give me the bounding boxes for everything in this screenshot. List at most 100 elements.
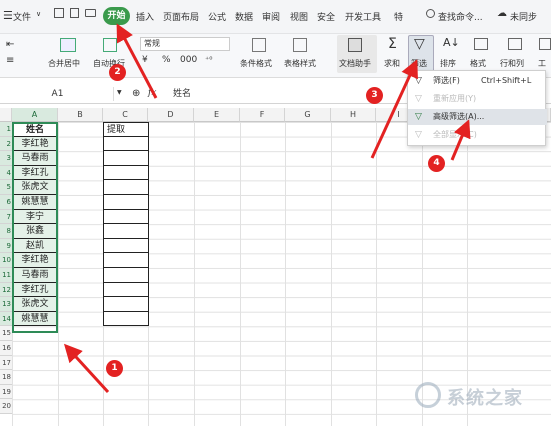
row-header[interactable]: 17 [0, 355, 12, 371]
merge-cells-icon[interactable] [60, 38, 76, 52]
conditional-format-button[interactable]: 条件格式 [240, 58, 272, 69]
tab-formula[interactable]: 公式 [208, 10, 226, 23]
cell-c-empty[interactable] [103, 151, 149, 166]
column-header-c[interactable]: C [103, 108, 148, 122]
worksheet-button[interactable]: 工 [538, 58, 546, 69]
row-header[interactable]: 4 [0, 165, 12, 181]
row-header[interactable]: 3 [0, 151, 12, 166]
sync-status[interactable]: 未同步 [510, 10, 537, 23]
tab-special[interactable]: 特 [394, 10, 403, 23]
menu-bar: ☰ 文件 ∨ 开始 插入 页面布局 公式 数据 审阅 视图 安全 开发工具 特 … [0, 0, 551, 34]
worksheet-icon[interactable] [539, 38, 551, 50]
tab-home[interactable]: 开始 [103, 7, 130, 25]
sum-button[interactable]: 求和 [384, 58, 400, 69]
thousand-sep-icon[interactable]: 000 [180, 55, 197, 65]
cell-c-empty[interactable] [103, 282, 149, 298]
row-header[interactable]: 9 [0, 238, 12, 254]
funnel-icon: ▽ [415, 76, 422, 86]
column-header-h[interactable]: H [331, 108, 376, 122]
format-button[interactable]: 格式 [470, 58, 486, 69]
table-style-button[interactable]: 表格样式 [284, 58, 316, 69]
save-icon[interactable] [54, 8, 64, 18]
select-all-corner[interactable] [0, 108, 12, 122]
sum-icon[interactable]: Σ [388, 36, 397, 52]
row-header[interactable]: 11 [0, 268, 12, 283]
cell-c-empty[interactable] [103, 209, 149, 225]
chevron-down-icon[interactable]: ∨ [36, 10, 41, 18]
cell-c1-header[interactable]: 提取 [103, 122, 149, 137]
cell-c-empty[interactable] [103, 253, 149, 268]
merge-center-button[interactable]: 合并居中 [48, 58, 80, 69]
name-box[interactable]: A1 [2, 87, 114, 101]
row-header[interactable]: 15 [0, 326, 12, 341]
wrap-text-icon[interactable] [103, 38, 117, 52]
tab-developer[interactable]: 开发工具 [345, 10, 381, 23]
column-header-f[interactable]: F [240, 108, 285, 122]
row-header[interactable]: 8 [0, 224, 12, 239]
cell-c-empty[interactable] [103, 224, 149, 239]
sort-button[interactable]: 排序 [440, 58, 456, 69]
cell-c-empty[interactable] [103, 297, 149, 312]
number-format-value: 常规 [144, 39, 160, 48]
menu-item-show-all[interactable]: ▽ 全部显示(C) [408, 127, 547, 143]
row-col-button[interactable]: 行和列 [500, 58, 524, 69]
menu-item-reapply[interactable]: ▽ 重新应用(Y) [408, 91, 547, 107]
row-header[interactable]: 5 [0, 180, 12, 195]
row-header[interactable]: 1 [0, 122, 12, 137]
row-header[interactable]: 13 [0, 297, 12, 312]
cell-c-empty[interactable] [103, 268, 149, 283]
row-header[interactable]: 16 [0, 341, 12, 356]
row-header[interactable]: 6 [0, 195, 12, 210]
menu-item-advanced-filter-label: 高级筛选(A)... [433, 112, 485, 121]
indent-icon[interactable]: ⇤ [6, 39, 14, 50]
command-search[interactable]: 查找命令... [438, 10, 483, 23]
cloud-icon[interactable]: ☁ [497, 8, 507, 19]
row-header[interactable]: 12 [0, 282, 12, 298]
cell-c-empty[interactable] [103, 165, 149, 181]
row-header[interactable]: 20 [0, 399, 12, 414]
cell-c-empty[interactable] [103, 311, 149, 327]
export-icon[interactable] [70, 8, 79, 18]
decimal-icon[interactable]: ⁺⁰ [205, 55, 212, 64]
tab-data[interactable]: 数据 [235, 10, 253, 23]
row-header[interactable]: 19 [0, 384, 12, 400]
zoom-icon[interactable]: ⊕ [132, 88, 140, 99]
conditional-format-icon[interactable] [252, 38, 266, 52]
tab-review[interactable]: 审阅 [262, 10, 280, 23]
row-header[interactable]: 10 [0, 253, 12, 268]
currency-icon[interactable]: ¥ [142, 55, 148, 65]
column-header-g[interactable]: G [285, 108, 331, 122]
cell-c-empty[interactable] [103, 195, 149, 210]
fx-icon[interactable]: fx [148, 88, 156, 98]
format-icon[interactable] [474, 38, 488, 50]
row-header[interactable]: 2 [0, 136, 12, 152]
row-header[interactable]: 14 [0, 311, 12, 327]
column-header-b[interactable]: B [58, 108, 103, 122]
row-header[interactable]: 7 [0, 209, 12, 225]
column-header-a[interactable]: A [12, 108, 58, 122]
tab-security[interactable]: 安全 [317, 10, 335, 23]
tab-page-layout[interactable]: 页面布局 [163, 10, 199, 23]
row-header[interactable]: 18 [0, 370, 12, 385]
number-format-select[interactable]: 常规 [140, 37, 230, 51]
tab-insert[interactable]: 插入 [136, 10, 154, 23]
percent-icon[interactable]: % [162, 55, 171, 65]
search-icon[interactable] [426, 9, 435, 18]
table-style-icon[interactable] [293, 38, 307, 52]
menu-item-filter-shortcut: Ctrl+Shift+L [481, 76, 532, 85]
cell-c-empty[interactable] [103, 180, 149, 195]
menu-file[interactable]: 文件 [13, 10, 31, 23]
menu-item-filter[interactable]: ▽ 筛选(F) Ctrl+Shift+L [408, 73, 547, 89]
tab-view[interactable]: 视图 [290, 10, 308, 23]
menu-item-advanced-filter[interactable]: ▽ 高级筛选(A)... [408, 109, 547, 125]
row-col-icon[interactable] [508, 38, 522, 50]
cell-c-empty[interactable] [103, 136, 149, 152]
menu-icon[interactable]: ☰ [3, 9, 13, 22]
cell-c-empty[interactable] [103, 238, 149, 254]
column-header-e[interactable]: E [194, 108, 240, 122]
print-icon[interactable] [85, 9, 96, 17]
name-box-dropdown-icon[interactable]: ▼ [117, 89, 122, 96]
sort-icon[interactable]: A↓ [443, 36, 460, 49]
align-icon[interactable]: ≡ [6, 55, 14, 66]
column-header-d[interactable]: D [148, 108, 194, 122]
